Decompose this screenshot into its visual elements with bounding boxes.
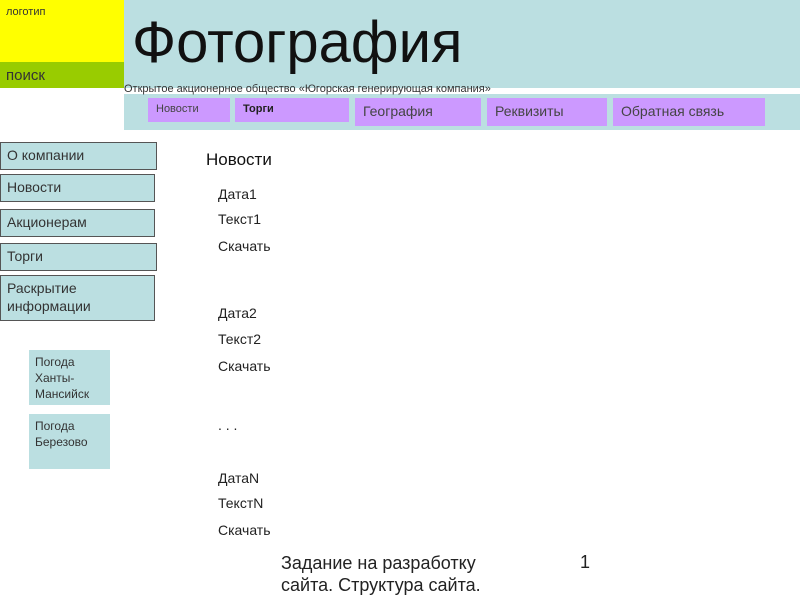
news-download-link[interactable]: Скачать — [218, 522, 271, 538]
page-number: 1 — [580, 552, 591, 572]
news-ellipsis: . . . — [218, 417, 238, 433]
news-text: Текст2 — [218, 331, 262, 347]
nav-item-news[interactable]: Новости — [148, 98, 230, 122]
sidebar-item-tenders[interactable]: Торги — [0, 243, 157, 271]
news-text: ТекстN — [218, 495, 264, 511]
logo-label: логотип — [6, 6, 46, 18]
sidebar-item-disclosure[interactable]: Раскрытие информации — [0, 275, 155, 321]
nav-item-feedback[interactable]: Обратная связь — [613, 98, 765, 126]
nav-item-requisites[interactable]: Реквизиты — [487, 98, 607, 126]
nav-item-geography[interactable]: География — [355, 98, 481, 126]
weather-widget-berezovo[interactable]: Погода Березово — [29, 414, 110, 469]
news-text: Текст1 — [218, 211, 262, 227]
slide-caption: Задание на разработку сайта. Структура с… — [281, 553, 481, 595]
sidebar-item-about[interactable]: О компании — [0, 142, 157, 170]
logo-placeholder[interactable]: логотип — [0, 0, 124, 62]
search-button[interactable]: поиск — [0, 62, 124, 88]
news-download-link[interactable]: Скачать — [218, 238, 271, 254]
search-label: поиск — [6, 67, 45, 84]
sidebar-item-news[interactable]: Новости — [0, 174, 155, 202]
news-date: Дата2 — [218, 305, 257, 321]
header-banner: Фотография — [124, 0, 800, 88]
weather-widget-khanty-mansiysk[interactable]: Погода Ханты-Мансийск — [29, 350, 110, 405]
news-date: Дата1 — [218, 186, 257, 202]
page-title: Фотография — [132, 10, 463, 75]
nav-item-tenders[interactable]: Торги — [235, 98, 349, 122]
news-date: ДатаN — [218, 470, 260, 486]
news-download-link[interactable]: Скачать — [218, 358, 271, 374]
sidebar-item-shareholders[interactable]: Акционерам — [0, 209, 155, 237]
news-heading: Новости — [206, 150, 272, 169]
company-subtitle: Открытое акционерное общество «Югорская … — [124, 83, 491, 95]
